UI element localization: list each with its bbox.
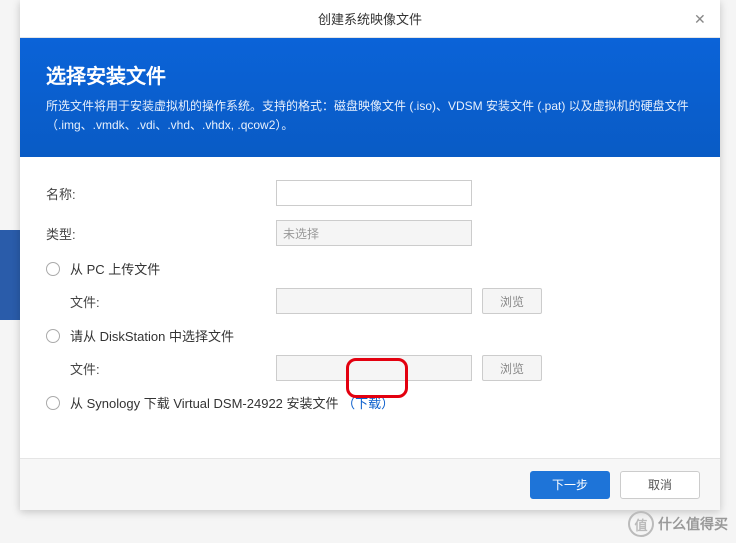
radio-synology-download[interactable] [46,396,60,410]
header-description: 所选文件将用于安装虚拟机的操作系统。支持的格式：磁盘映像文件 (.iso)、VD… [46,97,694,135]
watermark-text: 什么值得买 [658,514,728,534]
name-label: 名称: [46,184,276,203]
browse-button-2[interactable]: 浏览 [482,355,542,381]
dialog-titlebar: 创建系统映像文件 ✕ [20,0,720,38]
download-link[interactable]: （下载） [342,396,394,411]
header-section: 选择安装文件 所选文件将用于安装虚拟机的操作系统。支持的格式：磁盘映像文件 (.… [20,38,720,157]
cancel-button[interactable]: 取消 [620,471,700,499]
close-icon[interactable]: ✕ [694,12,708,26]
form-body: 名称: 类型: 从 PC 上传文件 文件: 浏览 请从 DiskStation … [20,157,720,458]
file-label-1: 文件: [70,292,276,311]
watermark: 值 什么值得买 [628,511,728,537]
name-input[interactable] [276,180,472,206]
type-label: 类型: [46,224,276,243]
create-image-dialog: 创建系统映像文件 ✕ 选择安装文件 所选文件将用于安装虚拟机的操作系统。支持的格… [20,0,720,510]
next-button[interactable]: 下一步 [530,471,610,499]
radio-pc-label: 从 PC 上传文件 [70,259,160,278]
browse-button-1[interactable]: 浏览 [482,288,542,314]
radio-synology-label: 从 Synology 下载 Virtual DSM-24922 安装文件 （下载… [70,393,394,412]
synology-text: 从 Synology 下载 Virtual DSM-24922 安装文件 [70,396,339,411]
radio-diskstation[interactable] [46,329,60,343]
file-input-1[interactable] [276,288,472,314]
dialog-footer: 下一步 取消 [20,458,720,510]
type-input[interactable] [276,220,472,246]
watermark-icon: 值 [628,511,654,537]
dialog-title: 创建系统映像文件 [318,9,422,28]
header-title: 选择安装文件 [46,60,694,89]
radio-diskstation-label: 请从 DiskStation 中选择文件 [70,326,234,345]
file-label-2: 文件: [70,359,276,378]
file-input-2[interactable] [276,355,472,381]
radio-pc-upload[interactable] [46,262,60,276]
